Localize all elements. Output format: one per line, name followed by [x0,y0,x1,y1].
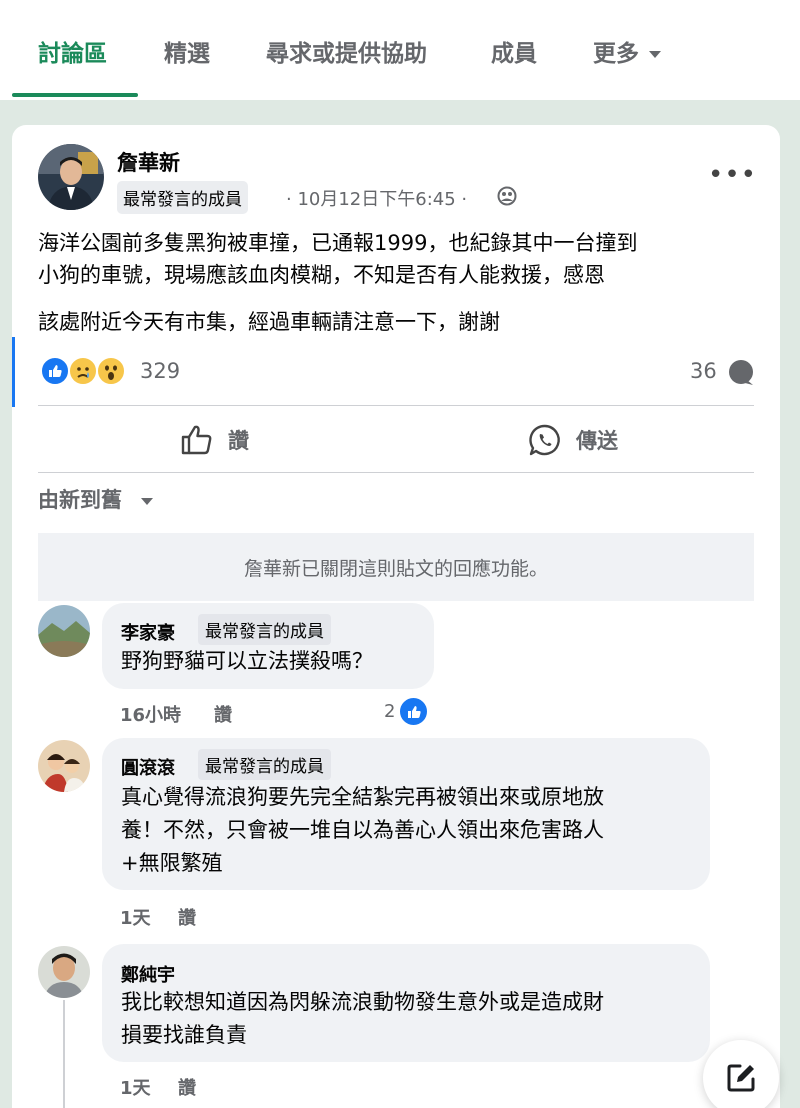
thumbs-up-icon [181,425,212,455]
comment-like-button[interactable]: 讚 [178,904,196,930]
tab-more[interactable]: 更多 [593,34,661,68]
reaction-count[interactable]: 329 [140,359,180,383]
post-timestamp[interactable]: · 10月12日下午6:45 · [286,185,467,211]
top-contributor-badge: 最常發言的成員 [198,614,331,645]
divider [38,472,754,473]
wow-reaction-icon [96,356,126,386]
caret-down-icon [141,497,154,505]
comments-closed-notice: 詹華新已關閉這則貼文的回應功能。 [38,533,754,601]
post-text-line-2: 小狗的車號，現場應該血肉模糊，不知是否有人能救援，感恩 [38,263,605,287]
tab-discussion[interactable]: 討論區 [38,34,107,68]
compose-icon [727,1064,755,1092]
comment-like-button[interactable]: 讚 [178,1074,196,1100]
like-reaction-icon [40,356,70,386]
comment-thread-line [63,1000,65,1108]
group-tab-bar: 討論區 精選 尋求或提供協助 成員 更多 [0,0,800,100]
comment-time[interactable]: 16小時 [120,701,181,727]
like-button-label: 讚 [228,429,249,453]
comment-text: 我比較想知道因為閃躲流浪動物發生意外或是造成財 [121,990,604,1014]
comment-bubble-icon [729,360,753,385]
comment-time[interactable]: 1天 [120,904,151,930]
compose-post-button[interactable] [703,1040,779,1108]
tab-help[interactable]: 尋求或提供協助 [266,34,427,68]
comment-reaction-count[interactable]: 2 [384,701,395,722]
commenter-name[interactable]: 圓滾滾 [121,754,175,780]
post-text-line-1: 海洋公園前多隻黑狗被車撞，已通報1999，也紀錄其中一台撞到 [38,231,638,255]
tab-members[interactable]: 成員 [491,34,537,68]
comment-sort-dropdown[interactable]: 由新到舊 [38,484,154,514]
comment-like-button[interactable]: 讚 [214,701,232,727]
comment-text: 養！不然，只會被一堆自以為善心人領出來危害路人 [121,818,604,842]
active-tab-indicator [12,93,138,97]
commenter-name[interactable]: 李家豪 [121,619,175,645]
sad-reaction-icon [68,356,98,386]
tab-featured[interactable]: 精選 [164,34,210,68]
author-avatar[interactable] [38,144,104,210]
tab-more-label: 更多 [593,41,639,67]
comment-count[interactable]: 36 [690,359,717,383]
top-contributor-badge: 最常發言的成員 [117,181,248,214]
comment-time[interactable]: 1天 [120,1074,151,1100]
send-button[interactable]: 傳送 [528,422,618,458]
commenter-avatar[interactable] [38,740,90,792]
commenter-name[interactable]: 鄭純宇 [121,961,175,987]
comment-text: 損要找誰負責 [121,1023,247,1047]
commenter-avatar[interactable] [38,605,90,657]
post-text-line-3: 該處附近今天有市集，經過車輛請注意一下，謝謝 [38,310,500,334]
send-button-label: 傳送 [576,429,618,453]
like-button[interactable]: 讚 [180,422,249,458]
comment-text: 真心覺得流浪狗要先完全結紮完再被領出來或原地放 [121,785,604,809]
divider [38,405,754,406]
focus-accent-bar [12,337,15,407]
caret-down-icon [649,51,661,58]
whatsapp-icon [529,424,560,456]
more-options-icon[interactable]: ••• [708,160,757,190]
like-reaction-icon [398,696,429,727]
sort-label: 由新到舊 [38,488,122,512]
commenter-avatar[interactable] [38,946,90,998]
comment-text: +無限繁殖 [121,851,223,875]
post-author-name[interactable]: 詹華新 [117,147,180,177]
comment-text: 野狗野貓可以立法撲殺嗎？ [121,649,373,673]
group-audience-icon [497,186,517,206]
top-contributor-badge: 最常發言的成員 [198,749,331,780]
